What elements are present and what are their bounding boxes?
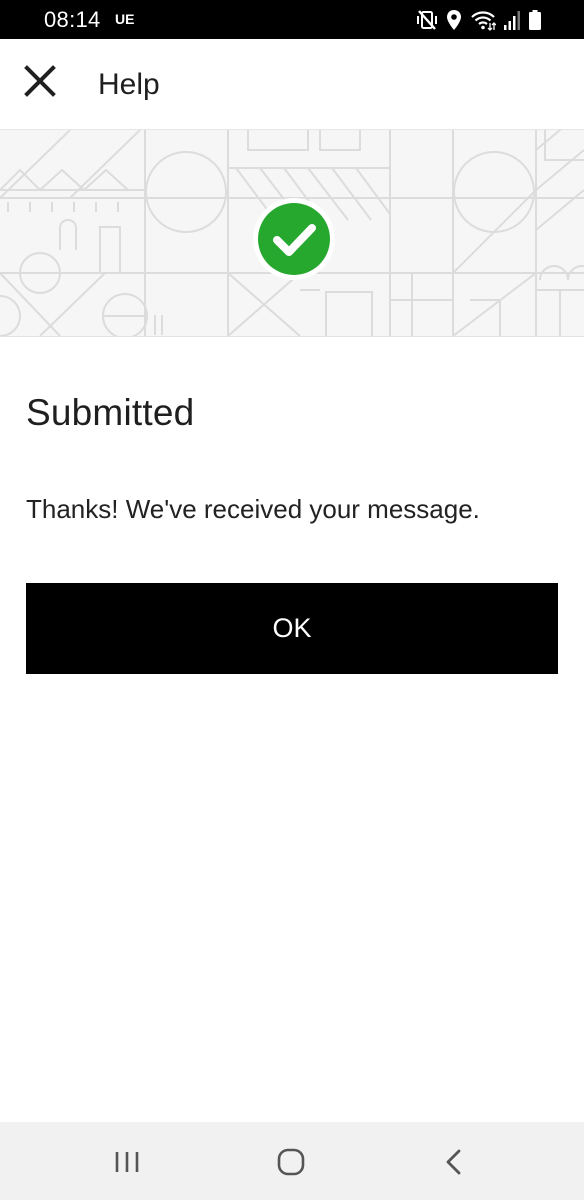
confirmation-message: Thanks! We've received your message. (26, 494, 480, 524)
home-icon (277, 1148, 305, 1176)
close-icon (24, 65, 56, 97)
banner-illustration (0, 129, 584, 337)
status-carrier: UE (115, 11, 135, 27)
confirmation-heading: Submitted (26, 392, 195, 433)
home-button[interactable] (271, 1146, 311, 1178)
recents-button[interactable] (107, 1146, 147, 1178)
status-time: 08:14 (44, 7, 101, 32)
mute-vibrate-icon (417, 10, 437, 30)
app-bar: Help (0, 39, 584, 129)
battery-icon (529, 10, 541, 30)
ok-button[interactable]: OK (26, 583, 558, 674)
recents-icon (115, 1152, 139, 1172)
back-button[interactable] (434, 1146, 474, 1178)
system-nav-bar (0, 1122, 584, 1200)
close-button[interactable] (20, 61, 60, 101)
success-badge (253, 198, 335, 280)
status-bar: 08:14 UE (0, 0, 584, 39)
location-icon (447, 10, 461, 30)
signal-icon (504, 11, 520, 30)
back-icon (446, 1149, 461, 1175)
check-circle-icon (273, 224, 316, 256)
wifi-icon (471, 11, 496, 31)
page-title: Help (98, 68, 160, 101)
status-icons (416, 8, 542, 32)
